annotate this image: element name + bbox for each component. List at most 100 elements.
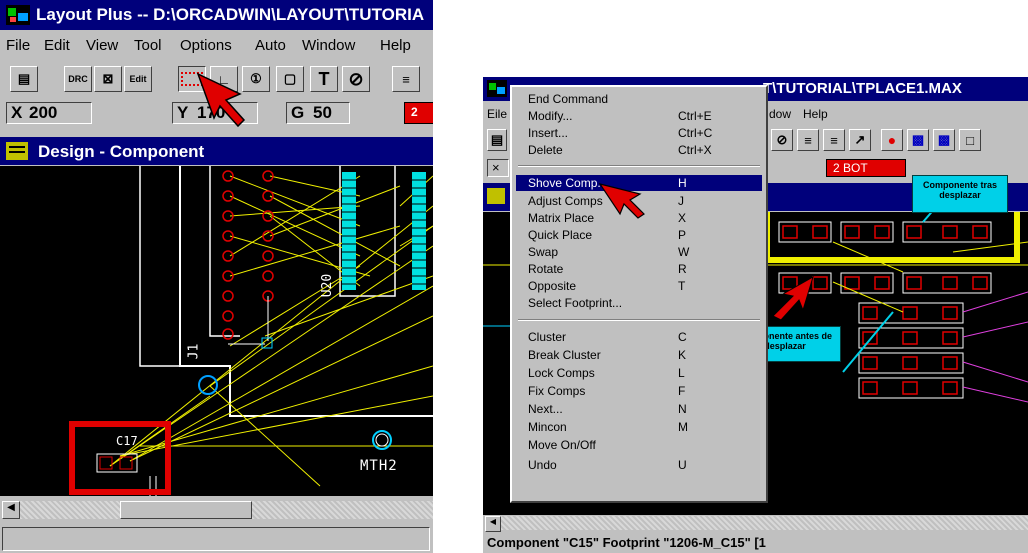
menu-options[interactable]: Options [180, 37, 232, 54]
scroll-thumb[interactable] [120, 501, 252, 519]
menu-item-shortcut: P [678, 228, 687, 242]
menu-item-shortcut: H [678, 176, 687, 190]
menu-item-delete[interactable]: Delete Ctrl+X [516, 142, 762, 158]
spreadsheet-tool-right[interactable]: ▩ [907, 129, 929, 151]
design-icon-right [487, 188, 505, 204]
scroll-track-right[interactable] [501, 516, 1028, 530]
menu-item-opposite[interactable]: Opposite T [516, 278, 762, 294]
menu-item-shortcut: W [678, 245, 690, 259]
app-icon [6, 5, 30, 25]
status-text-right: Component "C15" Footprint "1206-M_C15" [… [487, 535, 766, 550]
horizontal-scrollbar[interactable]: ◀ [0, 497, 433, 523]
menu-item-break-cluster[interactable]: Break Cluster K [516, 347, 762, 363]
title-bar[interactable]: Layout Plus -- D:\ORCADWIN\LAYOUT\TUTORI… [0, 0, 433, 30]
menu-item-modify[interactable]: Modify... Ctrl+E [516, 108, 762, 124]
library-button[interactable]: ▤ [10, 66, 38, 92]
connection-icon-right: ≡ [804, 132, 812, 148]
layer-selector-right[interactable]: 2 BOT [826, 159, 906, 177]
menu-window[interactable]: Window [302, 37, 355, 54]
menu-tool[interactable]: Tool [134, 37, 162, 54]
menu-item-lock-comps[interactable]: Lock Comps L [516, 365, 762, 381]
menu-item-label: Fix Comps [528, 384, 586, 398]
menu-separator [518, 319, 760, 321]
menu-window-right[interactable]: dow [769, 107, 791, 121]
context-menu: End Command Modify... Ctrl+E Insert... Ctr… [510, 85, 768, 503]
status-panel [2, 527, 430, 551]
scroll-left-icon[interactable]: ◀ [2, 501, 20, 519]
menu-file-right[interactable]: Eile [487, 107, 507, 121]
x-coordinate-right: × [487, 159, 509, 177]
obstacle-tool-button[interactable]: ▢ [276, 66, 304, 92]
layer-selector[interactable]: 2 [404, 102, 433, 124]
menu-item-label: Rotate [528, 262, 564, 276]
c17-label: C17 [116, 434, 138, 448]
menu-item-undo[interactable]: Undo U [516, 457, 762, 473]
menu-help[interactable]: Help [380, 37, 411, 54]
menu-item-label: Quick Place [528, 228, 593, 242]
next-icon-right: □ [966, 132, 974, 148]
menu-item-rotate[interactable]: Rotate R [516, 261, 762, 277]
menu-item-cluster[interactable]: Cluster C [516, 329, 762, 345]
menu-item-insert[interactable]: Insert... Ctrl+C [516, 125, 762, 141]
menu-item-label: Select Footprint... [528, 296, 623, 310]
design-canvas[interactable]: J1 U20 C17 MTH2 [0, 72, 433, 496]
scroll-left-icon-right[interactable]: ◀ [485, 516, 501, 532]
error-icon-right: ⊘ [776, 132, 788, 147]
menu-item-shortcut: F [678, 384, 686, 398]
menu-file[interactable]: File [6, 37, 30, 54]
color-tool-right[interactable]: ● [881, 129, 903, 151]
menu-item-shortcut: Ctrl+C [678, 126, 713, 140]
auto-route-tool-right[interactable]: ↗ [849, 129, 871, 151]
edit-label: Edit [129, 74, 147, 84]
menu-item-label: Modify... [528, 109, 573, 123]
menu-edit[interactable]: Edit [44, 37, 70, 54]
library-button-right[interactable]: ▤ [487, 129, 507, 151]
cursor-arrow-icon [598, 183, 645, 219]
next-tool-right[interactable]: □ [959, 129, 981, 151]
menu-item-fix-comps[interactable]: Fix Comps F [516, 383, 762, 399]
menu-item-next[interactable]: Next... N [516, 401, 762, 417]
menu-item-label: End Command [528, 92, 609, 106]
drc-button[interactable]: DRC [64, 66, 92, 92]
text-tool-button[interactable]: T [310, 66, 338, 92]
menu-auto[interactable]: Auto [255, 37, 286, 54]
menu-item-label: Break Cluster [528, 348, 601, 362]
menu-item-label: Cluster [528, 330, 567, 344]
menu-help-right[interactable]: Help [803, 107, 828, 121]
x-coordinate: X 200 [6, 102, 92, 124]
layer-value: 2 [411, 105, 418, 119]
report-icon-right: ▩ [937, 132, 951, 147]
design-icon [6, 142, 28, 160]
error-tool-right[interactable]: ⊘ [771, 129, 793, 151]
menu-item-label: Adjust Comps [528, 194, 603, 208]
route-tool-right[interactable]: ≡ [823, 129, 845, 151]
menu-item-shortcut: U [678, 458, 687, 472]
error-tool-button[interactable]: ⊘ [342, 66, 370, 92]
menu-item-mincon[interactable]: Mincon M [516, 419, 762, 435]
menu-view[interactable]: View [86, 37, 118, 54]
obstacle-icon: ▢ [283, 71, 297, 86]
edit-button[interactable]: Edit [124, 66, 152, 92]
cursor-arrow-icon [196, 72, 246, 128]
connection-tool-right[interactable]: ≡ [797, 129, 819, 151]
board-drawing [69, 166, 433, 496]
report-tool-right[interactable]: ▩ [933, 129, 955, 151]
menu-item-label: Swap [528, 245, 559, 259]
grid-value: G 50 [286, 102, 350, 124]
menu-item-label: Lock Comps [528, 366, 595, 380]
menu-item-label: Insert... [528, 126, 569, 140]
menu-item-move-on-off[interactable]: Move On/Off [516, 437, 762, 453]
menu-item-shortcut: X [678, 211, 687, 225]
connection-tool-button[interactable]: ≡ [392, 66, 420, 92]
box-button[interactable]: ⊠ [94, 66, 122, 92]
x-label: X [11, 103, 23, 122]
menu-item-swap[interactable]: Swap W [516, 244, 762, 260]
design-window-title[interactable]: Design - Component [0, 137, 433, 165]
menu-item-end-command[interactable]: End Command [516, 91, 762, 107]
auto-route-icon-right: ↗ [854, 132, 866, 147]
menu-item-label: Next... [528, 402, 563, 416]
menu-item-quick-place[interactable]: Quick Place P [516, 227, 762, 243]
menu-item-select-footprint[interactable]: Select Footprint... [516, 295, 762, 311]
menu-item-shortcut: M [678, 420, 688, 434]
horizontal-scrollbar-right[interactable]: ◀ [483, 515, 1028, 532]
